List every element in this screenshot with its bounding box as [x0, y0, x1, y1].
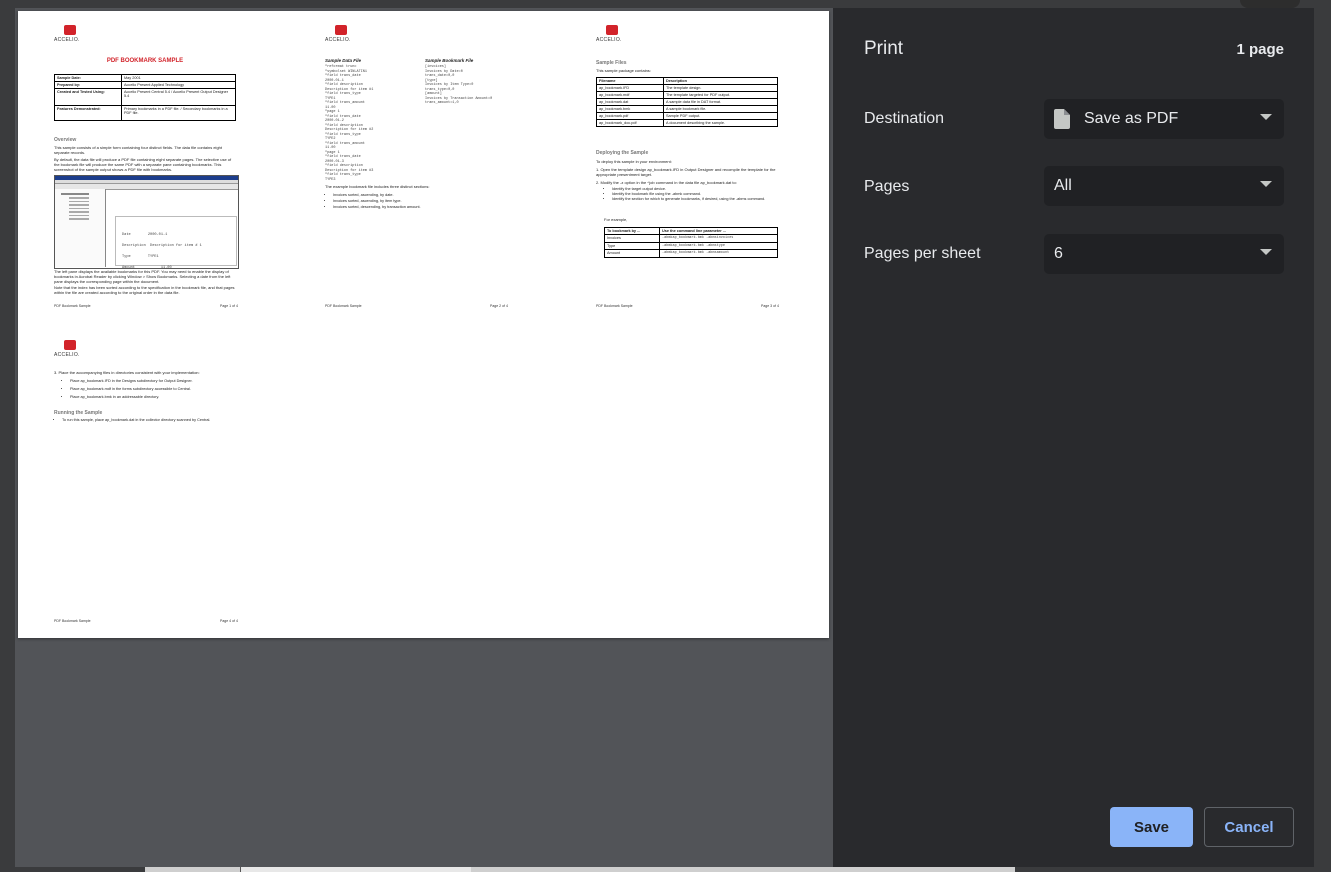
preview-page-3: ACCELIO. Sample Files This sample packag…	[559, 11, 829, 321]
dialog-title: Print	[864, 38, 904, 59]
accelio-logo: ACCELIO.	[54, 340, 86, 358]
accelio-logo: ACCELIO.	[54, 25, 86, 43]
list-item: Place ap_bookmark.IFD in the Designs sub…	[70, 377, 246, 385]
preview-page-2: ACCELIO. Sample Data File Sample Bookmar…	[288, 11, 559, 321]
preview-sheet: ACCELIO. PDF BOOKMARK SAMPLE Sample Date…	[18, 11, 829, 638]
table-row: Invoices -abmkap_bookmark.bmk -abmsinvoic…	[604, 234, 778, 243]
table-row: ap_bookmark.IFD The template design.	[596, 84, 778, 92]
table-row: ap_bookmark.dat A sample data file in DAT…	[596, 98, 778, 106]
print-settings-panel: Print 1 page Destination Save as PDF Pag…	[833, 8, 1314, 867]
page1-footer-right: Page 1 of 4	[220, 304, 238, 308]
sample-files-heading: Sample Files	[596, 60, 627, 66]
sample-files-intro: This sample package contains:	[596, 68, 651, 73]
bookmark-sections-list: Invoices sorted, ascending, by date. Inv…	[325, 192, 421, 210]
chevron-down-icon	[1260, 181, 1272, 187]
page3-footer-left: PDF Bookmark Sample	[596, 304, 633, 308]
deploying-heading: Deploying the Sample	[596, 150, 649, 156]
running-heading: Running the Sample	[54, 410, 103, 416]
table-row: Type -abmkap_bookmark.bmk -abmstype	[604, 241, 778, 250]
page2-footer-left: PDF Bookmark Sample	[325, 304, 362, 308]
page-count: 1 page	[1236, 41, 1284, 58]
sample-data-heading: Sample Data File	[325, 58, 362, 63]
sample-files-table: Filename Description ap_bookmark.IFD The t…	[596, 77, 778, 127]
document-icon	[1054, 109, 1070, 129]
table-row: Amount -abmkap_bookmark.bmk -abmsamount	[604, 249, 778, 258]
destination-label: Destination	[864, 110, 945, 127]
deploy-sub-list: Identify the target output device. Ident…	[604, 187, 788, 202]
page1-footer-left: PDF Bookmark Sample	[54, 304, 91, 308]
destination-value: Save as PDF	[1084, 110, 1179, 127]
for-example: For example,	[604, 217, 628, 222]
deploy-step-3: 3. Place the accompanying files in direc…	[54, 370, 200, 375]
list-item: Invoices sorted, descending, by transact…	[333, 204, 421, 210]
save-button[interactable]: Save	[1110, 807, 1193, 847]
table-row: ap_bookmark.mdf The template targeted for…	[596, 91, 778, 99]
page4-footer-left: PDF Bookmark Sample	[54, 619, 91, 623]
pages-per-sheet-label: Pages per sheet	[864, 245, 981, 262]
page4-footer-right: Page 4 of 4	[220, 619, 238, 623]
list-item: Identify the section for which to genera…	[612, 197, 788, 202]
bookmark-params-table: To bookmark by ... Use the command line p…	[604, 227, 778, 258]
list-item: To run this sample, place ap_bookmark.da…	[62, 417, 246, 423]
after-text-2: Note that the index has been sorted acco…	[54, 285, 235, 295]
table-row: ap_bookmark.bmk A sample bookmark file.	[596, 105, 778, 113]
table-row: ap_bookmark_doc.pdf A document describing…	[596, 119, 778, 127]
chevron-down-icon	[1260, 249, 1272, 255]
bookmark-sections-text: The example bookmark file includes three…	[325, 184, 430, 189]
overview-text-1: This sample consists of a simple form co…	[54, 145, 223, 155]
acrobat-screenshot: Date 2000-01-1 Description Description f…	[54, 175, 239, 270]
sample-bookmark-text: [invoices] Invoices by Date=0 trans_date…	[425, 65, 493, 105]
page3-footer-right: Page 3 of 4	[761, 304, 779, 308]
screenshot-page: Date 2000-01-1 Description Description f…	[115, 216, 237, 270]
overview-text-2: By default, the data file will produce a…	[54, 157, 232, 172]
pages-value: All	[1054, 177, 1072, 194]
sample-bookmark-heading: Sample Bookmark File	[425, 58, 474, 63]
print-preview-area: ACCELIO. PDF BOOKMARK SAMPLE Sample Date…	[15, 8, 833, 867]
screenshot-bookmark-pane	[55, 189, 106, 267]
running-list: To run this sample, place ap_bookmark.da…	[54, 417, 246, 423]
overview-heading: Overview	[54, 137, 77, 143]
deploy-intro: To deploy this sample in your environmen…	[596, 159, 672, 164]
cancel-button[interactable]: Cancel	[1204, 807, 1294, 847]
sample-data-text: ^reformat trunc ^symbolset WINLATIN1 ^fi…	[325, 65, 374, 182]
after-text-1: The left pane displays the available boo…	[54, 269, 231, 284]
deploy-step-1: 1. Open the template design ap_bookmark.…	[596, 167, 776, 177]
pages-per-sheet-value: 6	[1054, 245, 1063, 262]
pages-per-sheet-select[interactable]: 6	[1044, 234, 1284, 274]
page2-footer-right: Page 2 of 4	[490, 304, 508, 308]
preview-page-4: ACCELIO. 3. Place the accompanying files…	[18, 326, 288, 636]
deploy-step-2: 2. Modify the -z option in the ^job comm…	[596, 180, 737, 185]
list-item: Place ap_bookmark.bmk in an addressable …	[70, 393, 246, 401]
chevron-down-icon	[1260, 114, 1272, 120]
place-files-list: Place ap_bookmark.IFD in the Designs sub…	[62, 377, 246, 401]
pages-label: Pages	[864, 178, 910, 195]
pages-select[interactable]: All	[1044, 166, 1284, 206]
destination-select[interactable]: Save as PDF	[1044, 99, 1284, 139]
list-item: Place ap_bookmark.mdf in the forms subdi…	[70, 385, 246, 393]
page1-info-table: Sample Date: May 2001 Prepared by: Accelio…	[54, 74, 236, 121]
table-row: ap_bookmark.pdf Sample PDF output.	[596, 112, 778, 120]
window-tab-edge	[1240, 0, 1300, 8]
page1-title: PDF BOOKMARK SAMPLE	[106, 58, 184, 64]
preview-page-1: ACCELIO. PDF BOOKMARK SAMPLE Sample Date…	[18, 11, 288, 321]
print-dialog: ACCELIO. PDF BOOKMARK SAMPLE Sample Date…	[15, 8, 1314, 867]
accelio-logo: ACCELIO.	[325, 25, 357, 43]
accelio-logo: ACCELIO.	[596, 25, 628, 43]
